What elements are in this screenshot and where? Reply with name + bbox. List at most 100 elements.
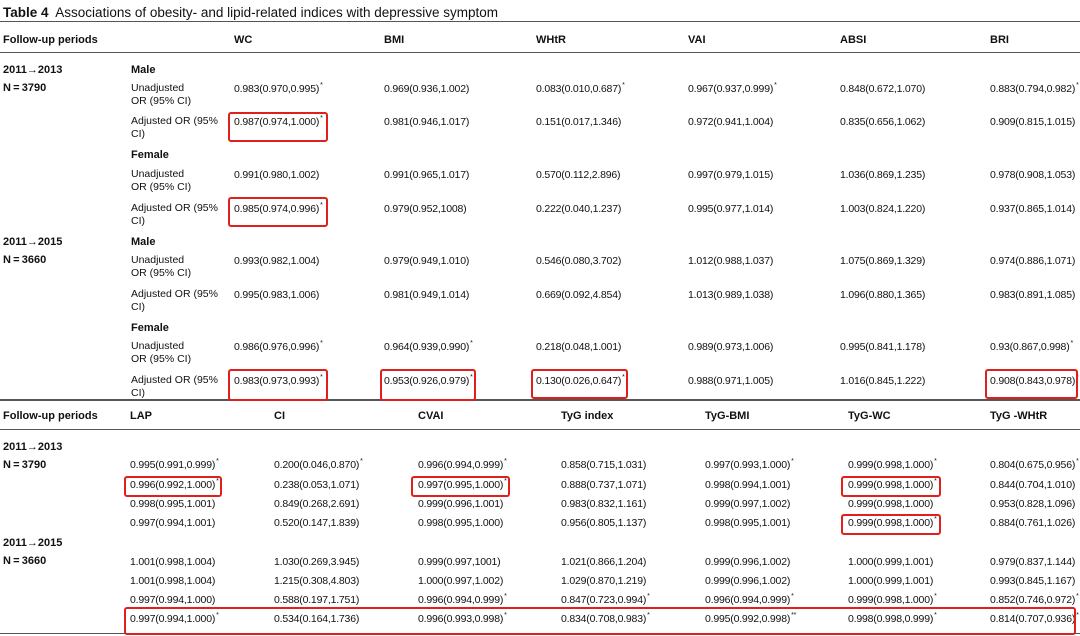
cell-value: 0.998(0.995,1.001)	[705, 517, 791, 529]
table-cell: 0.983(0.891,1.085)	[990, 289, 1076, 301]
table-cell: 0.979(0.837,1.144)	[990, 556, 1076, 568]
table-cell: 0.849(0.268,2.691)	[274, 498, 360, 510]
cell-value: 0.969(0.936,1.002)	[384, 83, 470, 95]
row-label: Unadjusted	[131, 168, 185, 180]
cell-value: 0.997(0.979,1.015)	[688, 169, 774, 181]
table-cell: 1.013(0.989,1.038)	[688, 289, 774, 301]
significance-mark: *	[647, 593, 650, 600]
table-cell: 0.993(0.982,1.004)	[234, 255, 320, 267]
table-cell: 0.981(0.946,1.017)	[384, 116, 470, 128]
cell-value: 0.979(0.949,1.010)	[384, 255, 470, 267]
cell-value: 0.995(0.977,1.014)	[688, 203, 774, 215]
cell-value: 1.075(0.869,1.329)	[840, 255, 926, 267]
row-label: Adjusted OR (95%	[131, 115, 218, 127]
table-top-rule	[0, 21, 1080, 22]
significance-mark: *	[1076, 593, 1079, 600]
sample-size: N = 3660	[3, 254, 47, 266]
cell-value: 1.013(0.989,1.038)	[688, 289, 774, 301]
cell-value: 1.003(0.824,1.220)	[840, 203, 926, 215]
cell-value: 0.991(0.980,1.002)	[234, 169, 320, 181]
column-header-tyg-wc: TyG-WC	[848, 410, 891, 422]
cell-value: 0.151(0.017,1.346)	[536, 116, 622, 128]
table-cell: 0.996(0.994,0.999)*	[705, 593, 794, 606]
table-cell: 1.029(0.870,1.219)	[561, 575, 647, 587]
period-label: 2011→2015	[3, 537, 63, 549]
highlight-box	[228, 197, 328, 227]
column-header-period: Follow-up periods	[3, 410, 98, 422]
cell-value: 1.001(0.998,1.004)	[130, 556, 216, 568]
column-header-bri: BRI	[990, 34, 1009, 46]
header-rule	[0, 52, 1080, 53]
sex-label: Female	[131, 149, 169, 161]
cell-value: 1.012(0.988,1.037)	[688, 255, 774, 267]
table-cell: 0.999(0.998,1.000)	[848, 498, 934, 510]
column-header-tyg-bmi: TyG-BMI	[705, 410, 750, 422]
table-cell: 1.001(0.998,1.004)	[130, 556, 216, 568]
table-cell: 0.983(0.832,1.161)	[561, 498, 647, 510]
column-header-absi: ABSI	[840, 34, 867, 46]
cell-value: 0.991(0.965,1.017)	[384, 169, 470, 181]
header-rule	[0, 429, 1080, 430]
column-header-wc: WC	[234, 34, 253, 46]
table-cell: 0.999(0.998,1.000)*	[848, 593, 937, 606]
row-label: Unadjusted	[131, 340, 185, 352]
table-cell: 0.888(0.737,1.071)	[561, 479, 647, 491]
table-cell: 0.835(0.656,1.062)	[840, 116, 926, 128]
cell-value: 0.995(0.841,1.178)	[840, 341, 926, 353]
table-cell: 0.986(0.976,0.996)*	[234, 340, 323, 353]
significance-mark: *	[1076, 458, 1079, 465]
table-title: Table 4 Associations of obesity- and lip…	[3, 5, 499, 20]
row-label-cont: CI)	[131, 301, 145, 313]
table-cell: 0.978(0.908,1.053)	[990, 169, 1076, 181]
significance-mark: *	[504, 458, 507, 465]
significance-mark: *	[1070, 340, 1074, 347]
cell-value: 0.888(0.737,1.071)	[561, 479, 647, 491]
table-cell: 0.804(0.675,0.956)*	[990, 458, 1079, 471]
table-cell: 0.999(0.997,1001)	[418, 556, 501, 568]
cell-value: 0.998(0.995,1.000)	[418, 517, 504, 529]
cell-value: 0.986(0.976,0.996)	[234, 341, 320, 353]
cell-value: 0.997(0.994,1.001)	[130, 517, 216, 529]
row-label: Unadjusted	[131, 82, 185, 94]
sex-label: Male	[131, 64, 156, 76]
cell-value: 0.998(0.994,1.001)	[705, 479, 791, 491]
row-label-cont: OR (95% CI)	[131, 181, 192, 193]
cell-value: 0.997(0.993,1.000)	[705, 459, 791, 471]
table-cell: 0.999(0.996,1.002)	[705, 575, 791, 587]
table-cell: 0.996(0.994,0.999)*	[418, 458, 507, 471]
cell-value: 0.852(0.746,0.972)	[990, 594, 1076, 606]
table-cell: 1.012(0.988,1.037)	[688, 255, 774, 267]
table-cell: 0.847(0.723,0.994)*	[561, 593, 650, 606]
significance-mark: *	[216, 458, 219, 465]
cell-value: 0.909(0.815,1.015)	[990, 116, 1076, 128]
highlight-box	[124, 607, 1076, 635]
cell-value: 1.000(0.999,1.001)	[848, 575, 934, 587]
cell-value: 1.001(0.998,1.004)	[130, 575, 216, 587]
cell-value: 0.993(0.982,1.004)	[234, 255, 320, 267]
column-header-cvai: CVAI	[418, 410, 444, 422]
table-cell: 1.001(0.998,1.004)	[130, 575, 216, 587]
row-label-cont: OR (95% CI)	[131, 95, 192, 107]
table-cell: 0.546(0.080,3.702)	[536, 255, 622, 267]
cell-value: 0.996(0.994,0.999)	[418, 459, 504, 471]
cell-value: 0.964(0.939,0.990)	[384, 341, 470, 353]
cell-value: 0.983(0.970,0.995)	[234, 83, 320, 95]
column-header-period: Follow-up periods	[3, 34, 98, 46]
table-cell: 0.956(0.805,1.137)	[561, 517, 647, 529]
period-label: 2011→2013	[3, 64, 63, 76]
highlight-box	[411, 476, 510, 497]
significance-mark: *	[791, 458, 794, 465]
table-cell: 1.000(0.997,1.002)	[418, 575, 504, 587]
significance-mark: *	[504, 593, 507, 600]
significance-mark: *	[470, 340, 473, 347]
cell-value: 0.981(0.946,1.017)	[384, 116, 470, 128]
table-cell: 1.096(0.880,1.365)	[840, 289, 926, 301]
table-cell: 0.995(0.983,1.006)	[234, 289, 320, 301]
cell-value: 0.981(0.949,1.014)	[384, 289, 470, 301]
sample-size: N = 3790	[3, 82, 47, 94]
column-header-whtr: WHtR	[536, 34, 566, 46]
significance-mark: *	[934, 458, 937, 465]
cell-value: 0.989(0.973,1.006)	[688, 341, 774, 353]
cell-value: 0.804(0.675,0.956)	[990, 459, 1076, 471]
cell-value: 0.083(0.010,0.687)	[536, 83, 622, 95]
